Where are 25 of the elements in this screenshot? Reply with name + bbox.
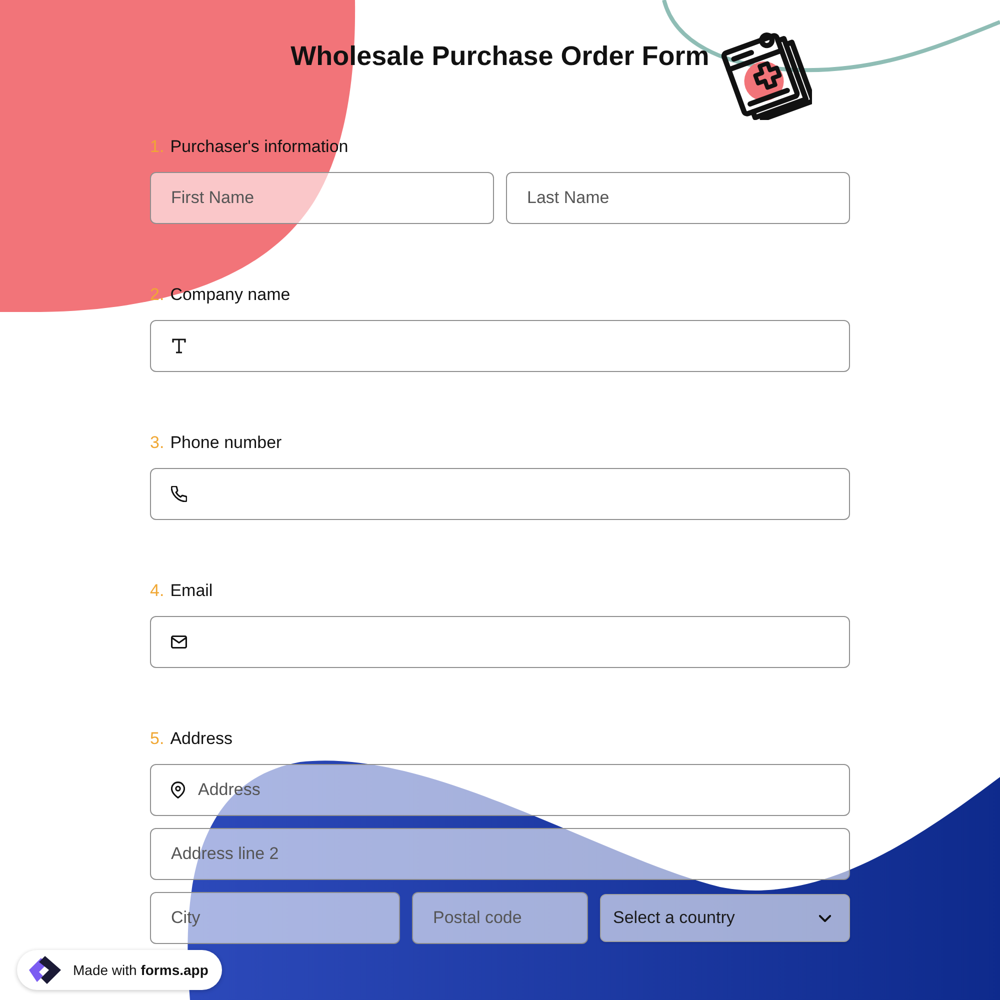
question-label: Address bbox=[170, 728, 233, 750]
envelope-icon bbox=[171, 636, 187, 648]
input-field[interactable]: City bbox=[150, 892, 400, 944]
question-label: Company name bbox=[170, 284, 290, 306]
location-pin-icon bbox=[171, 782, 185, 798]
address-field[interactable]: Address bbox=[150, 764, 850, 816]
question-number: 3. bbox=[150, 432, 164, 454]
input-field[interactable]: First Name bbox=[150, 172, 494, 224]
dropdown-select[interactable]: Select a country bbox=[600, 894, 850, 942]
question-number: 1. bbox=[150, 136, 164, 158]
input-field[interactable]: Last Name bbox=[506, 172, 850, 224]
chevron-down-icon bbox=[819, 914, 831, 922]
phone-icon bbox=[171, 486, 187, 502]
question-number: 2. bbox=[150, 284, 164, 306]
phone-field[interactable] bbox=[150, 468, 850, 520]
made-with-badge[interactable]: Made with forms.app bbox=[17, 950, 222, 990]
question-number: 4. bbox=[150, 580, 164, 602]
question-label: Email bbox=[170, 580, 213, 602]
question-number: 5. bbox=[150, 728, 164, 750]
badge-text: Made with forms.app bbox=[73, 962, 208, 978]
input-field[interactable]: Postal code bbox=[412, 892, 588, 944]
email-field[interactable] bbox=[150, 616, 850, 668]
question-label: Phone number bbox=[170, 432, 282, 454]
text-field[interactable] bbox=[150, 320, 850, 372]
text-type-icon bbox=[171, 338, 187, 354]
